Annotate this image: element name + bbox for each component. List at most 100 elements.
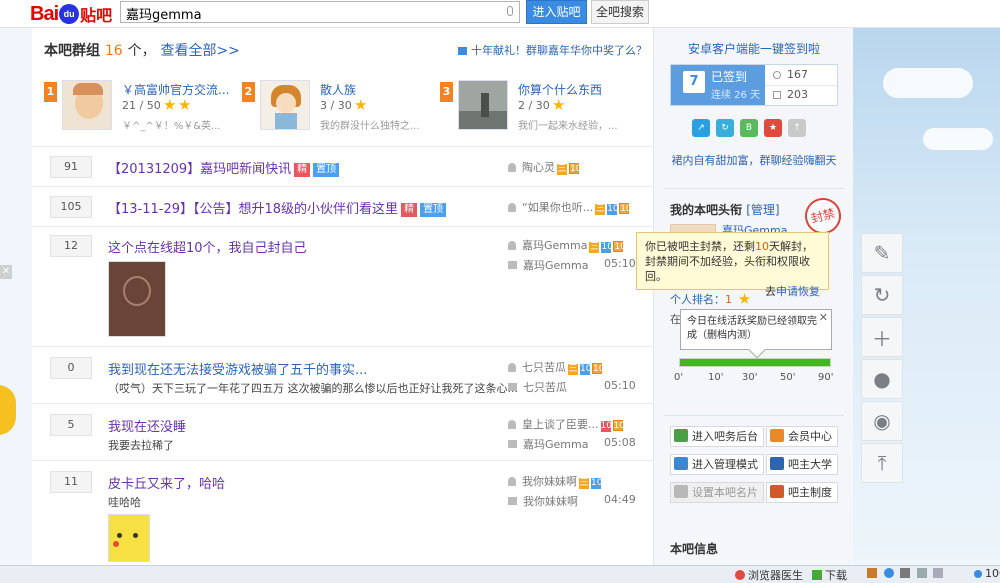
thread-author[interactable]: 七只苦瓜三 10 10	[508, 359, 604, 375]
star-icon	[163, 99, 176, 110]
download-button[interactable]: 下载	[812, 567, 847, 583]
signed-status[interactable]: 7 已签到 连续 26 天	[671, 65, 765, 105]
manage-mode-button[interactable]: 进入管理模式	[670, 454, 764, 475]
group-promo-link[interactable]: 裙内自有甜加富，群聊经验嗨翻天	[654, 152, 854, 168]
thread-image[interactable]	[108, 261, 166, 337]
group-name[interactable]: 你算个什么东西	[518, 81, 602, 98]
essence-tag: 精	[401, 203, 418, 217]
back-to-top-icon[interactable]: ⤒	[861, 443, 903, 483]
group-desc: 我的群没什么独特之...	[320, 121, 420, 132]
reply-time: 04:49	[604, 493, 636, 506]
group-item[interactable]: 1 ￥高富帅官方交流... 21 / 50 ￥^_^￥！%￥&英...	[44, 78, 234, 134]
thread-abstract: （哎气）天下三玩了一年花了四五万 这次被骗的那么惨以后也正好让我死了这条心...	[108, 382, 518, 395]
doctor-icon	[735, 570, 745, 580]
group-list: 1 ￥高富帅官方交流... 21 / 50 ￥^_^￥！%￥&英... 2 散人…	[44, 78, 644, 138]
top-tag: 置顶	[420, 203, 447, 217]
progress-tick: 30'	[742, 372, 758, 383]
thread-title[interactable]: 【13-11-29】【公告】想升18级的小伙伴们看这里精置顶	[108, 198, 447, 217]
backend-icon	[674, 429, 688, 442]
thread-author[interactable]: 我你妹妹啊三 10	[508, 473, 602, 489]
app-icon[interactable]: ↑	[788, 119, 806, 137]
location-icon	[773, 71, 781, 79]
user2-icon[interactable]: ◉	[861, 401, 903, 441]
sign-in-box[interactable]: 7 已签到 连续 26 天 167 203	[670, 64, 838, 106]
group-name[interactable]: 散人族	[320, 81, 356, 98]
thread-row[interactable]: 0 我到现在还无法接受游戏被骗了五千的事实... （哎气）天下三玩了一年花了四五…	[32, 346, 653, 403]
group-item[interactable]: 3 你算个什么东西 2 / 30 我们一起来水经验，...	[440, 78, 630, 134]
thread-abstract: 哇哈哈	[108, 496, 141, 509]
thread-row[interactable]: 12 这个点在线超10个，我自己封自己 嘉玛Gemma 三 10 10 嘉玛Gemma…	[32, 226, 653, 346]
thread-row[interactable]: 5 我现在还没睡 我要去拉稀了 皇上谈了臣要... 10 10 嘉玛Gemma 05…	[32, 403, 653, 460]
signed-label: 已签到	[711, 70, 748, 84]
app-icon[interactable]: B	[740, 119, 758, 137]
thread-title[interactable]: 【20131209】嘉玛吧新闻快讯精置顶	[108, 158, 340, 177]
manage-link[interactable]: [管理]	[746, 203, 779, 217]
thread-row[interactable]: 105 【13-11-29】【公告】想升18级的小伙伴们看这里精置顶 “如果你也…	[32, 186, 653, 226]
last-reply-author[interactable]: 嘉玛Gemma	[508, 436, 588, 452]
plus-icon[interactable]: ＋	[861, 317, 903, 357]
groups-notice-link[interactable]: 十年献礼！群聊嘉年华你中奖了么？	[458, 42, 647, 58]
level-badge: 10	[607, 204, 619, 215]
thread-title[interactable]: 这个点在线超10个，我自己封自己	[108, 237, 307, 256]
zoom-level[interactable]: 100	[974, 567, 1000, 580]
android-client-link[interactable]: 安卓客户端能一键签到啦	[654, 40, 854, 57]
appeal-link[interactable]: 申请恢复	[776, 285, 820, 298]
thread-title[interactable]: 皮卡丘又来了，哈哈	[108, 473, 225, 492]
groups-count-suffix: 个，	[127, 43, 156, 59]
group-item[interactable]: 2 散人族 3 / 30 我的群没什么独特之...	[242, 78, 432, 134]
thread-title[interactable]: 我到现在还无法接受游戏被骗了五千的事实...	[108, 359, 367, 378]
thread-row[interactable]: 11 皮卡丘又来了，哈哈 哇哈哈 我你妹妹啊三 10 我你妹妹啊 04:49	[32, 460, 653, 570]
set-card-button[interactable]: 设置本吧名片	[670, 482, 764, 503]
user-icon	[508, 203, 516, 212]
comment-icon	[508, 261, 517, 269]
thread-author[interactable]: “如果你也听... 三 10 10	[508, 199, 632, 215]
stat-row: 203	[773, 88, 808, 101]
enter-tieba-button[interactable]: 进入贴吧	[526, 0, 587, 24]
refresh-icon[interactable]: ↻	[861, 275, 903, 315]
app-icon[interactable]: ↗	[692, 119, 710, 137]
microphone-icon[interactable]	[507, 6, 513, 16]
member-center-button[interactable]: 会员中心	[766, 426, 838, 447]
group-avatar[interactable]	[62, 80, 112, 130]
user-icon	[508, 163, 516, 172]
last-reply-author[interactable]: 七只苦瓜	[508, 379, 567, 395]
chart-icon	[773, 91, 781, 99]
close-icon[interactable]: ✕	[819, 311, 828, 325]
view-all-groups-link[interactable]: 查看全部>>	[160, 43, 239, 59]
ie-icon	[883, 568, 894, 578]
owner-rules-button[interactable]: 吧主制度	[766, 482, 838, 503]
search-all-button[interactable]: 全吧搜索	[591, 0, 649, 24]
progress-tick: 90'	[818, 372, 834, 383]
baidu-tieba-logo[interactable]: Bai du 贴吧	[30, 2, 112, 26]
progress-ticks: 0' 10' 30' 50' 90'	[670, 372, 840, 384]
level-badge: 10	[569, 163, 582, 174]
reply-count: 12	[50, 235, 92, 257]
group-avatar[interactable]	[458, 80, 508, 130]
last-reply-author[interactable]: 嘉玛Gemma	[508, 257, 588, 273]
user-icon[interactable]: ●	[861, 359, 903, 399]
thread-image[interactable]	[108, 514, 150, 562]
search-input[interactable]: 嘉玛gemma	[120, 1, 520, 23]
groups-header: 本吧群组 16 个， 查看全部>>	[44, 40, 240, 60]
thread-author[interactable]: 陶心灵三 10	[508, 159, 582, 175]
paw-icon: du	[59, 4, 80, 24]
group-avatar[interactable]	[260, 80, 310, 130]
thread-author[interactable]: 皇上谈了臣要... 10 10	[508, 416, 625, 432]
online-reward-tooltip: 今日在线活跃奖励已经领取完成（删档内测） ✕	[680, 309, 832, 359]
tool-icon	[867, 568, 877, 578]
close-icon[interactable]: ✕	[0, 265, 12, 279]
app-icon[interactable]: ↻	[716, 119, 734, 137]
group-name[interactable]: ￥高富帅官方交流...	[122, 81, 229, 98]
browser-doctor[interactable]: 浏览器医生	[735, 567, 803, 583]
owner-university-button[interactable]: 吧主大学	[766, 454, 838, 475]
university-icon	[770, 457, 784, 470]
edit-icon[interactable]: ✎	[861, 233, 903, 273]
app-icon[interactable]: ★	[764, 119, 782, 137]
thread-author[interactable]: 嘉玛Gemma 三 10 10	[508, 237, 626, 253]
admin-backend-button[interactable]: 进入吧务后台	[670, 426, 764, 447]
sign-stats: 167 203	[765, 65, 837, 105]
reply-time: 05:10	[604, 257, 636, 270]
thread-title[interactable]: 我现在还没睡	[108, 416, 186, 435]
last-reply-author[interactable]: 我你妹妹啊	[508, 493, 578, 509]
thread-row[interactable]: 91 【20131209】嘉玛吧新闻快讯精置顶 陶心灵三 10	[32, 146, 653, 186]
